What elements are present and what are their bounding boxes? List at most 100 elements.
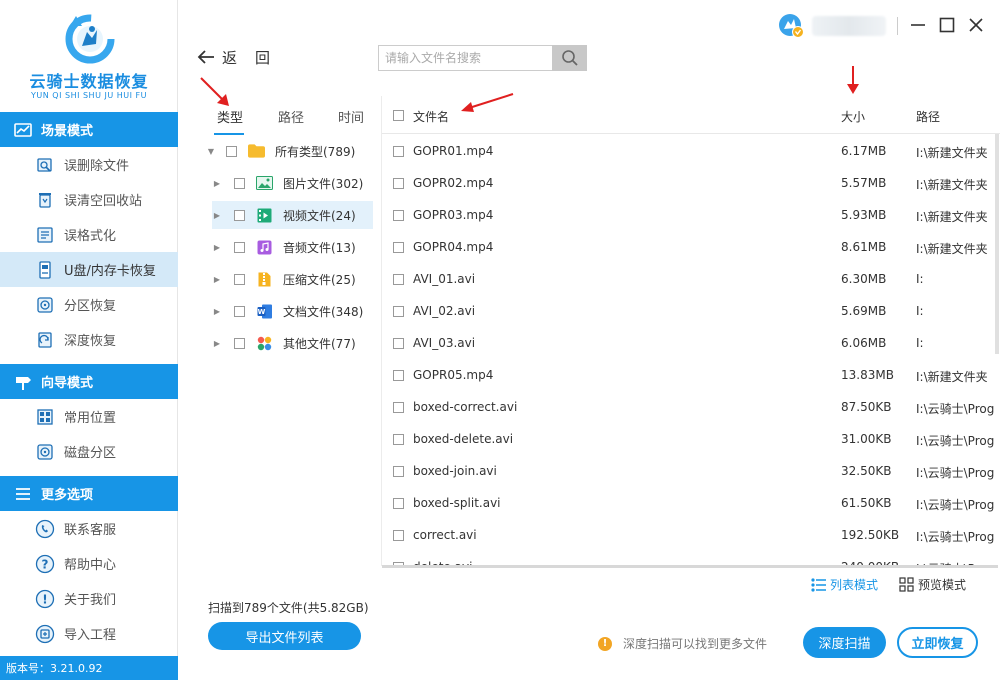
back-button[interactable]: 返回 (196, 46, 288, 68)
search-button[interactable] (552, 45, 587, 71)
tree-item-all-types[interactable]: ▼ 所有类型(789) (206, 137, 372, 165)
tree-item-others[interactable]: ▶ 其他文件(77) (212, 329, 373, 357)
caret-right-icon[interactable]: ▶ (212, 275, 222, 284)
disk-partition-icon (35, 442, 55, 462)
tab-time[interactable]: 时间 (338, 107, 364, 126)
row-checkbox[interactable] (393, 466, 404, 477)
table-row[interactable]: AVI_03.avi 6.06MB I: (382, 327, 1000, 359)
caret-right-icon[interactable]: ▶ (212, 211, 222, 220)
row-checkbox[interactable] (393, 306, 404, 317)
horizontal-scrollbar[interactable] (382, 565, 998, 568)
file-name-cell: AVI_02.avi (413, 304, 476, 318)
tab-path[interactable]: 路径 (278, 107, 304, 126)
vertical-scrollbar[interactable] (995, 134, 999, 354)
search-input[interactable] (378, 45, 552, 71)
menu-icon (14, 486, 32, 502)
table-row[interactable]: boxed-join.avi 32.50KB I:\云骑士\Prog (382, 455, 1000, 487)
table-row[interactable]: boxed-split.avi 61.50KB I:\云骑士\Prog (382, 487, 1000, 519)
list-mode-toggle[interactable]: 列表模式 (810, 576, 878, 593)
row-checkbox[interactable] (393, 338, 404, 349)
table-row[interactable]: GOPR01.mp4 6.17MB I:\新建文件夹 (382, 135, 1000, 167)
table-row[interactable]: boxed-delete.avi 31.00KB I:\云骑士\Prog (382, 423, 1000, 455)
caret-right-icon[interactable]: ▶ (212, 243, 222, 252)
sidebar-item-label: 联系客服 (64, 523, 117, 538)
table-row[interactable]: AVI_02.avi 5.69MB I: (382, 295, 1000, 327)
sidebar-item-recycle-bin[interactable]: 误清空回收站 (0, 182, 178, 217)
tree-checkbox[interactable] (234, 209, 245, 221)
row-checkbox[interactable] (393, 402, 404, 413)
tree-checkbox[interactable] (234, 337, 245, 349)
table-row[interactable]: GOPR05.mp4 13.83MB I:\新建文件夹 (382, 359, 1000, 391)
file-size-cell: 5.69MB (841, 304, 887, 318)
row-checkbox[interactable] (393, 146, 404, 157)
sidebar-item-format[interactable]: 误格式化 (0, 217, 178, 252)
minimize-button[interactable] (908, 15, 928, 35)
annotation-arrow-size (847, 66, 859, 94)
sidebar-item-import-project[interactable]: 导入工程 (0, 616, 178, 651)
export-file-list-button[interactable]: 导出文件列表 (208, 622, 361, 650)
caret-down-icon[interactable]: ▼ (206, 147, 216, 156)
row-checkbox[interactable] (393, 274, 404, 285)
table-row[interactable]: boxed-correct.avi 87.50KB I:\云骑士\Prog (382, 391, 1000, 423)
preview-mode-toggle[interactable]: 预览模式 (898, 576, 966, 593)
file-path-cell: I: (916, 272, 924, 286)
tree-checkbox[interactable] (226, 145, 237, 157)
tree-item-documents[interactable]: ▶ W 文档文件(348) (212, 297, 373, 325)
tree-item-label: 音频文件(13) (283, 240, 356, 255)
tree-item-videos[interactable]: ▶ 视频文件(24) (212, 201, 373, 229)
tree-item-images[interactable]: ▶ 图片文件(302) (212, 169, 373, 197)
file-size-cell: 5.57MB (841, 176, 887, 190)
import-project-icon (35, 624, 55, 644)
maximize-button[interactable] (937, 15, 957, 35)
sidebar-item-common-location[interactable]: 常用位置 (0, 399, 178, 434)
column-header-name[interactable]: 文件名 (413, 108, 449, 125)
file-name-cell: GOPR05.mp4 (413, 368, 494, 382)
table-row[interactable]: correct.avi 192.50KB I:\云骑士\Prog (382, 519, 1000, 551)
row-checkbox[interactable] (393, 242, 404, 253)
sidebar-item-deep-recovery[interactable]: 深度恢复 (0, 322, 178, 357)
annotation-arrow-type-tab (200, 77, 229, 106)
recover-now-button[interactable]: 立即恢复 (897, 627, 978, 658)
row-checkbox[interactable] (393, 210, 404, 221)
row-checkbox[interactable] (393, 178, 404, 189)
table-row[interactable]: AVI_01.avi 6.30MB I: (382, 263, 1000, 295)
column-header-path[interactable]: 路径 (916, 108, 940, 125)
caret-right-icon[interactable]: ▶ (212, 179, 222, 188)
table-row[interactable]: GOPR04.mp4 8.61MB I:\新建文件夹 (382, 231, 1000, 263)
sidebar-item-help-center[interactable]: ? 帮助中心 (0, 546, 178, 581)
video-file-icon (256, 208, 273, 223)
table-row[interactable]: GOPR02.mp4 5.57MB I:\新建文件夹 (382, 167, 1000, 199)
table-header: 文件名 大小 路径 (382, 96, 1000, 134)
sidebar-item-about-us[interactable]: ! 关于我们 (0, 581, 178, 616)
tab-type[interactable]: 类型 (217, 107, 243, 126)
table-row[interactable]: GOPR03.mp4 5.93MB I:\新建文件夹 (382, 199, 1000, 231)
row-checkbox[interactable] (393, 434, 404, 445)
tree-checkbox[interactable] (234, 305, 245, 317)
folder-icon (248, 144, 265, 159)
sidebar-item-customer-service[interactable]: 联系客服 (0, 511, 178, 546)
tree-item-audio[interactable]: ▶ 音频文件(13) (212, 233, 373, 261)
username-blurred (812, 16, 886, 36)
user-avatar-icon[interactable] (778, 13, 804, 39)
file-name-cell: GOPR02.mp4 (413, 176, 494, 190)
deep-scan-button[interactable]: 深度扫描 (803, 627, 886, 658)
caret-right-icon[interactable]: ▶ (212, 307, 222, 316)
row-checkbox[interactable] (393, 498, 404, 509)
file-path-cell: I:\新建文件夹 (916, 146, 988, 160)
sidebar-item-usb-card[interactable]: U盘/内存卡恢复 (0, 252, 178, 287)
sidebar-item-deleted-files[interactable]: 误删除文件 (0, 147, 178, 182)
row-checkbox[interactable] (393, 530, 404, 541)
tree-checkbox[interactable] (234, 241, 245, 253)
tree-checkbox[interactable] (234, 177, 245, 189)
close-button[interactable] (966, 15, 986, 35)
table-row[interactable]: delete.avi240.00KBI:\云骑士\Prog (382, 551, 1000, 565)
caret-right-icon[interactable]: ▶ (212, 339, 222, 348)
select-all-checkbox[interactable] (393, 110, 404, 121)
list-mode-label: 列表模式 (830, 578, 879, 592)
row-checkbox[interactable] (393, 370, 404, 381)
sidebar-item-disk-partition[interactable]: 磁盘分区 (0, 434, 178, 469)
sidebar-item-partition[interactable]: 分区恢复 (0, 287, 178, 322)
tree-checkbox[interactable] (234, 273, 245, 285)
tree-item-archives[interactable]: ▶ 压缩文件(25) (212, 265, 373, 293)
column-header-size[interactable]: 大小 (841, 108, 865, 125)
